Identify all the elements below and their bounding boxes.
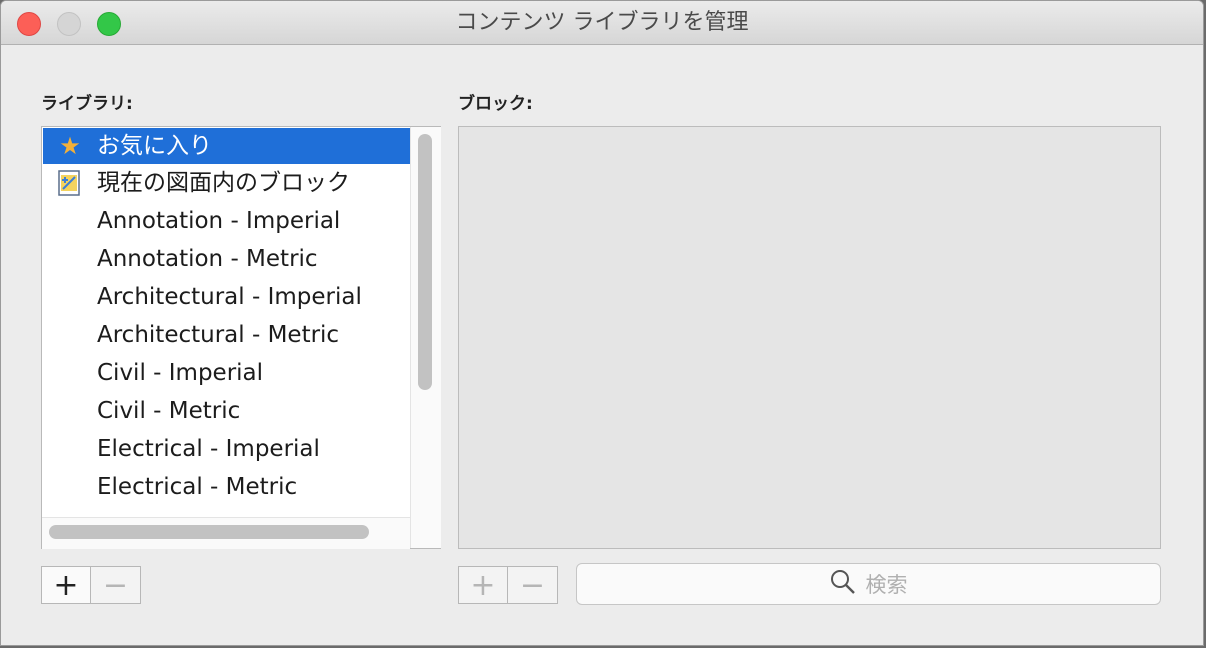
content-library-window: コンテンツ ライブラリを管理 ライブラリ: ブロック: ★ お気に入り 現在の図… (0, 0, 1204, 646)
library-list: ★ お気に入り 現在の図面内のブロック Annotation - Imperia… (43, 128, 410, 506)
library-horizontal-scrollbar[interactable] (49, 525, 369, 539)
star-icon: ★ (59, 132, 81, 160)
add-library-button[interactable]: + (41, 566, 91, 604)
library-item-annotation-imperial[interactable]: Annotation - Imperial (43, 202, 410, 240)
library-item-label: Civil - Metric (97, 398, 241, 424)
library-item-label: Architectural - Imperial (97, 284, 362, 310)
library-list-box: ★ お気に入り 現在の図面内のブロック Annotation - Imperia… (41, 126, 441, 549)
block-button-group: + − (458, 566, 558, 604)
search-field[interactable]: 検索 (576, 563, 1161, 605)
library-item-civil-imperial[interactable]: Civil - Imperial (43, 354, 410, 392)
library-item-architectural-imperial[interactable]: Architectural - Imperial (43, 278, 410, 316)
blocks-section-label: ブロック: (458, 94, 533, 114)
library-item-favorites[interactable]: ★ お気に入り (43, 128, 410, 164)
library-item-architectural-metric[interactable]: Architectural - Metric (43, 316, 410, 354)
title-bar: コンテンツ ライブラリを管理 (1, 1, 1203, 45)
window-title: コンテンツ ライブラリを管理 (455, 10, 749, 35)
library-item-label: お気に入り (97, 133, 212, 159)
library-vertical-scrollbar[interactable] (418, 134, 432, 390)
drawing-file-icon (55, 164, 85, 202)
library-button-group: + − (41, 566, 141, 604)
library-item-label: Architectural - Metric (97, 322, 340, 348)
library-item-current-drawing-blocks[interactable]: 現在の図面内のブロック (43, 164, 410, 202)
library-item-label: Civil - Imperial (97, 360, 264, 386)
blocks-panel (458, 126, 1161, 549)
library-item-label: Electrical - Metric (97, 474, 298, 500)
library-item-electrical-metric[interactable]: Electrical - Metric (43, 468, 410, 506)
library-item-label: Electrical - Imperial (97, 436, 320, 462)
library-item-label: Annotation - Imperial (97, 208, 341, 234)
remove-block-button[interactable]: − (508, 566, 558, 604)
library-item-label: Annotation - Metric (97, 246, 318, 272)
remove-library-button[interactable]: − (91, 566, 141, 604)
add-block-button[interactable]: + (458, 566, 508, 604)
library-item-annotation-metric[interactable]: Annotation - Metric (43, 240, 410, 278)
library-section-label: ライブラリ: (41, 94, 133, 114)
library-item-civil-metric[interactable]: Civil - Metric (43, 392, 410, 430)
search-placeholder: 検索 (865, 573, 908, 597)
library-item-electrical-imperial[interactable]: Electrical - Imperial (43, 430, 410, 468)
search-icon (830, 569, 866, 600)
library-item-label: 現在の図面内のブロック (97, 170, 350, 196)
